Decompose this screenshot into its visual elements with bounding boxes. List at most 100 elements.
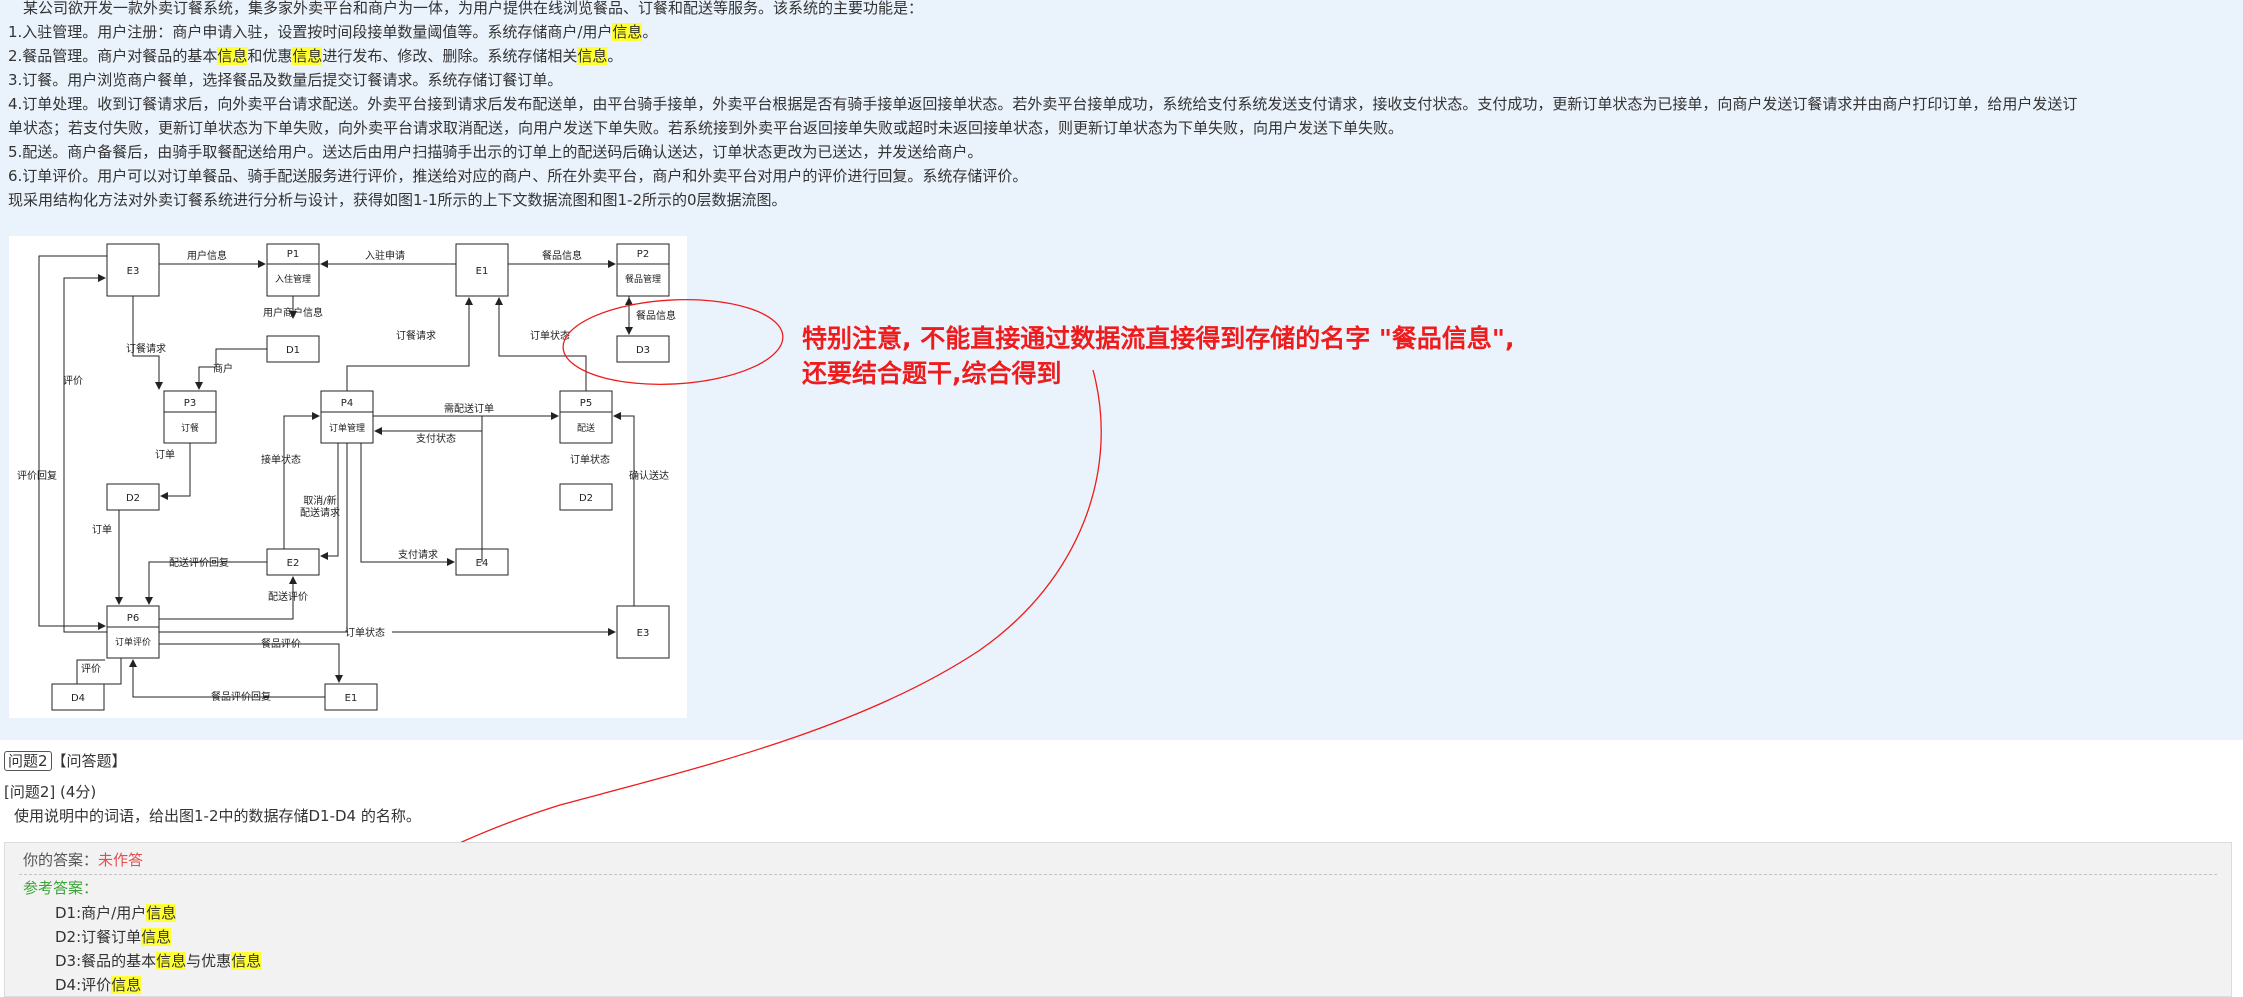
node-label: E1 bbox=[345, 693, 358, 704]
node-id: P5 bbox=[580, 398, 592, 409]
node-label: D4 bbox=[71, 693, 85, 704]
node-label: E1 bbox=[476, 266, 489, 277]
text-segment: D2:订餐订单 bbox=[55, 928, 142, 946]
node-label: D1 bbox=[286, 345, 300, 356]
flow-label: 商户 bbox=[213, 362, 233, 375]
question-tag: 问题2 【问答题】 bbox=[4, 750, 127, 772]
flow-label: 配送评价 bbox=[268, 590, 308, 603]
highlight-keyword: 信息 bbox=[217, 47, 248, 65]
flow-label: 订餐请求 bbox=[126, 342, 166, 355]
text-segment: 5.配送。商户备餐后，由骑手取餐配送给用户。送达后由用户扫描骑手出示的订单上的配… bbox=[8, 143, 983, 161]
text-segment: 3.订餐。用户浏览商户餐单，选择餐品及数量后提交订餐请求。系统存储订餐订单。 bbox=[8, 71, 563, 89]
node-id: P4 bbox=[341, 398, 353, 409]
flow-label: 订餐请求 bbox=[396, 329, 436, 342]
flow-label: 入驻申请 bbox=[365, 249, 405, 262]
flow-label: 评价回复 bbox=[17, 469, 57, 482]
text-segment: 4.订单处理。收到订餐请求后，向外卖平台请求配送。外卖平台接到请求后发布配送单，… bbox=[8, 95, 2078, 113]
highlight-keyword: 信息 bbox=[292, 47, 323, 65]
annotation-note-line2: 还要结合题干,综合得到 bbox=[802, 359, 1062, 388]
description-line: 6.订单评价。用户可以对订单餐品、骑手配送服务进行评价，推送给对应的商户、所在外… bbox=[8, 164, 1027, 188]
flow-label: 接单状态 bbox=[261, 453, 301, 466]
divider bbox=[19, 874, 2217, 875]
text-segment: D1:商户/用户 bbox=[55, 904, 147, 922]
text-segment: 。 bbox=[607, 47, 623, 65]
reference-answer-line: D4:评价信息 bbox=[55, 974, 142, 996]
node-label: E2 bbox=[287, 558, 300, 569]
flow-label: 支付状态 bbox=[416, 432, 456, 445]
flow-label: 餐品评价 bbox=[261, 637, 301, 650]
text-segment: 2.餐品管理。商户对餐品的基本 bbox=[8, 47, 218, 65]
flow-label: 用户信息 bbox=[187, 249, 227, 262]
question-stem-panel: 某公司欲开发一款外卖订餐系统，集多家外卖平台和商户为一体，为用户提供在线浏览餐品… bbox=[0, 0, 2243, 740]
text-segment: D3:餐品的基本 bbox=[55, 952, 157, 970]
flow-label: 订单状态 bbox=[570, 453, 610, 466]
text-segment: 与优惠 bbox=[186, 952, 232, 970]
node-label: 入住管理 bbox=[275, 273, 311, 285]
highlight-keyword: 信息 bbox=[612, 23, 643, 41]
answer-panel: 你的答案：未作答 参考答案： D1:商户/用户信息 D2:订餐订单信息 D3:餐品的… bbox=[4, 842, 2232, 997]
text-segment: 单状态；若支付失败，更新订单状态为下单失败，向外卖平台请求取消配送，向用户发送下… bbox=[8, 119, 1404, 137]
highlight-keyword: 信息 bbox=[141, 928, 172, 946]
highlight-keyword: 信息 bbox=[156, 952, 187, 970]
text-segment: 。 bbox=[642, 23, 658, 41]
flow-label: 评价 bbox=[63, 375, 83, 387]
question-number-badge: 问题2 bbox=[4, 751, 52, 771]
text-segment: 6.订单评价。用户可以对订单餐品、骑手配送服务进行评价，推送给对应的商户、所在外… bbox=[8, 167, 1028, 185]
flow-label: 需配送订单 bbox=[444, 402, 494, 415]
flow-label: 订单 bbox=[155, 449, 175, 461]
node-label: 订单评价 bbox=[115, 636, 151, 648]
your-answer-row: 你的答案：未作答 bbox=[23, 849, 143, 871]
reference-answer-line: D2:订餐订单信息 bbox=[55, 926, 172, 948]
flow-label: 配送评价回复 bbox=[169, 556, 229, 569]
node-label: 餐品管理 bbox=[625, 273, 661, 285]
text-segment: 进行发布、修改、删除。系统存储相关 bbox=[322, 47, 578, 65]
description-line: 4.订单处理。收到订餐请求后，向外卖平台请求配送。外卖平台接到请求后发布配送单，… bbox=[8, 92, 2077, 116]
flow-label: 餐品信息 bbox=[636, 309, 676, 322]
node-label: 订单管理 bbox=[329, 422, 365, 434]
text-segment: 1.入驻管理。用户注册：商户申请入驻，设置按时间段接单数量阈值等。系统存储商户/… bbox=[8, 23, 613, 41]
flow-label: 餐品信息 bbox=[542, 249, 582, 262]
node-label: D2 bbox=[579, 493, 593, 504]
node-label: E3 bbox=[637, 628, 650, 639]
node-id: P6 bbox=[127, 613, 139, 624]
highlight-keyword: 信息 bbox=[231, 952, 262, 970]
your-answer-label: 你的答案： bbox=[23, 851, 99, 869]
node-label: E3 bbox=[127, 266, 140, 277]
highlight-keyword: 信息 bbox=[577, 47, 608, 65]
node-label: 订餐 bbox=[181, 422, 199, 434]
flow-label: 配送请求 bbox=[300, 506, 340, 519]
node-label: 配送 bbox=[577, 422, 595, 434]
flow-label: 确认送达 bbox=[629, 469, 669, 482]
reference-answer-line: D3:餐品的基本信息与优惠信息 bbox=[55, 950, 262, 972]
reference-answer-label: 参考答案： bbox=[23, 879, 99, 897]
reference-answer-line: D1:商户/用户信息 bbox=[55, 902, 177, 924]
node-label: D3 bbox=[636, 345, 650, 356]
highlight-keyword: 信息 bbox=[146, 904, 177, 922]
node-label: D2 bbox=[126, 493, 140, 504]
question-title: [问题2] (4分) bbox=[4, 783, 97, 801]
text-segment: 某公司欲开发一款外卖订餐系统，集多家外卖平台和商户为一体，为用户提供在线浏览餐品… bbox=[8, 0, 924, 17]
text-segment: 现采用结构化方法对外卖订餐系统进行分析与设计，获得如图1-1所示的上下文数据流图… bbox=[8, 191, 787, 209]
your-answer-value: 未作答 bbox=[98, 851, 144, 869]
node-label: E4 bbox=[476, 558, 489, 569]
flow-label: 订单状态 bbox=[345, 626, 385, 639]
text-segment: D4:评价 bbox=[55, 976, 112, 994]
highlight-keyword: 信息 bbox=[111, 976, 142, 994]
description-line: 1.入驻管理。用户注册：商户申请入驻，设置按时间段接单数量阈值等。系统存储商户/… bbox=[8, 20, 657, 44]
description-line: 2.餐品管理。商户对餐品的基本信息和优惠信息进行发布、修改、删除。系统存储相关信… bbox=[8, 44, 622, 68]
flow-label: 支付请求 bbox=[398, 548, 438, 561]
question-body: 使用说明中的词语，给出图1-2中的数据存储D1-D4 的名称。 bbox=[14, 807, 421, 825]
description-line: 某公司欲开发一款外卖订餐系统，集多家外卖平台和商户为一体，为用户提供在线浏览餐品… bbox=[8, 0, 923, 20]
text-segment: 和优惠 bbox=[247, 47, 293, 65]
node-id: P3 bbox=[184, 398, 196, 409]
annotation-note-line1: 特别注意, 不能直接通过数据流直接得到存储的名字 "餐品信息", bbox=[802, 324, 1515, 353]
flow-label: 餐品评价回复 bbox=[211, 690, 271, 703]
node-id: P1 bbox=[287, 249, 299, 260]
flow-label: 取消/新 bbox=[303, 494, 336, 507]
flow-label: 用户商户信息 bbox=[263, 306, 323, 319]
description-line: 3.订餐。用户浏览商户餐单，选择餐品及数量后提交订餐请求。系统存储订餐订单。 bbox=[8, 68, 562, 92]
flow-label: 订单状态 bbox=[530, 329, 570, 342]
flow-label: 评价 bbox=[81, 663, 101, 675]
data-flow-diagram: E3 P1 入住管理 E1 P2 餐品管理 D1 D3 P3 订餐 P4 订单管… bbox=[9, 236, 687, 718]
dfd-svg: E3 P1 入住管理 E1 P2 餐品管理 D1 D3 P3 订餐 P4 订单管… bbox=[17, 243, 676, 711]
